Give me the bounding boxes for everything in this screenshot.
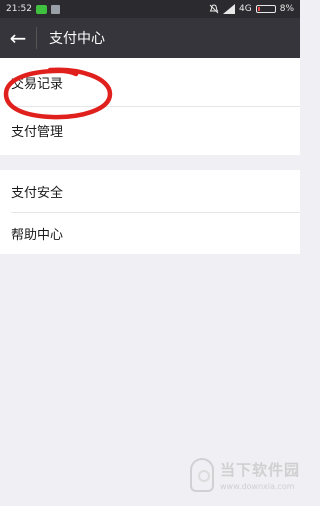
menu-group-1: 交易记录 支付管理 [0,58,300,155]
app-bar: ← 支付中心 [0,18,300,58]
menu-item-payment-management[interactable]: 支付管理 [0,106,300,154]
menu-item-transaction-records[interactable]: 交易记录 [0,58,300,106]
menu-item-label: 交易记录 [11,76,64,92]
menu-item-label: 帮助中心 [11,227,64,243]
menu-item-payment-security[interactable]: 支付安全 [0,170,300,212]
back-arrow-icon: ← [9,26,27,50]
watermark-logo-icon [190,458,214,492]
menu-item-help-center[interactable]: 帮助中心 [0,212,300,254]
battery-percent: 8% [279,4,294,14]
mute-icon [209,4,219,14]
menu-item-label: 支付管理 [11,124,64,140]
sim-icon [50,4,60,14]
wechat-icon [35,4,47,14]
watermark: 当下软件园 www.downxia.com [190,458,300,492]
page-title: 支付中心 [49,31,105,47]
back-button[interactable]: ← [0,18,36,58]
menu-item-label: 支付安全 [11,185,64,201]
header-divider [36,27,37,49]
status-bar: 21:52 4G 8% [0,0,300,18]
watermark-url: www.downxia.com [220,482,295,491]
battery-level [257,7,260,11]
menu-group-2: 支付安全 帮助中心 [0,170,300,254]
network-type: 4G [239,4,252,14]
watermark-name: 当下软件园 [220,461,301,479]
status-time: 21:52 [6,4,32,14]
signal-icon [223,4,236,14]
battery-icon [255,5,276,13]
